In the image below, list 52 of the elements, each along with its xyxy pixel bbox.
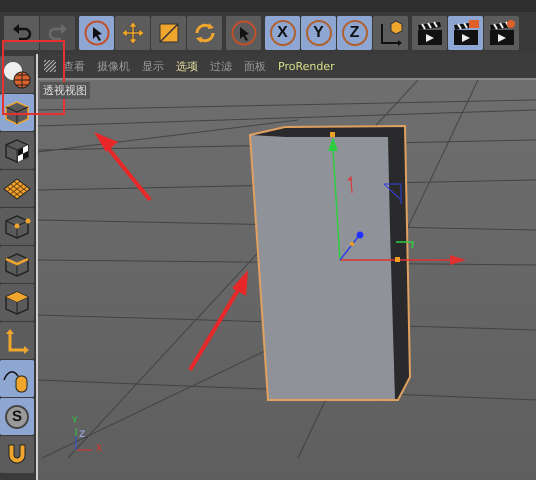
edges-tool-button[interactable]: [0, 246, 34, 283]
scale-icon: [156, 21, 180, 45]
annotation-arrow: [94, 132, 152, 202]
texture-tool-button[interactable]: [0, 132, 34, 169]
viewport-menu-item[interactable]: ProRender: [273, 58, 340, 74]
render-button[interactable]: [412, 16, 447, 50]
x-axis-label: X: [96, 444, 102, 454]
snap-tool-button[interactable]: S: [0, 398, 34, 435]
axis-lock-button[interactable]: Y: [301, 16, 336, 50]
rotate-button[interactable]: [187, 16, 222, 50]
cube-icon: [3, 98, 31, 126]
cube-icon: [3, 288, 31, 316]
move-icon: [120, 20, 146, 46]
coords-button[interactable]: [373, 16, 408, 50]
viewport-menu-item[interactable]: 摄像机: [92, 56, 135, 76]
grid-plane-icon: [2, 176, 32, 200]
mouse-tool-button[interactable]: [0, 360, 34, 397]
globe-tool-button[interactable]: [0, 56, 34, 93]
axis-indicator-icon: [74, 426, 94, 452]
cursor-icon: [84, 20, 110, 46]
cube-icon: [3, 212, 31, 240]
polygons-tool-button[interactable]: [0, 284, 34, 321]
viewport-menu-item[interactable]: 过滤: [205, 56, 237, 76]
cursor-icon: [230, 20, 256, 46]
cube-tool-button[interactable]: [0, 94, 34, 131]
plane-tool-button[interactable]: [0, 170, 34, 207]
scale-button[interactable]: [151, 16, 186, 50]
z-axis-label: Z: [79, 430, 86, 440]
viewport-menu-item[interactable]: 面板: [239, 56, 271, 76]
undo-button[interactable]: [4, 16, 39, 50]
checker-cube-icon: [3, 136, 31, 164]
select-button[interactable]: [79, 16, 114, 50]
hatch-grip-icon: [44, 60, 56, 72]
view-name-label: 透视视图: [40, 82, 90, 99]
points-tool-button[interactable]: [0, 208, 34, 245]
snap-letter: S: [5, 404, 29, 428]
viewport-menu-item[interactable]: 显示: [137, 56, 169, 76]
axis-lock-button[interactable]: Z: [337, 16, 372, 50]
cube-icon: [3, 250, 31, 278]
magnet-tool-button[interactable]: [0, 436, 34, 473]
render-gear-button[interactable]: [484, 16, 519, 50]
axis-letter: Z: [342, 20, 368, 46]
y-axis-label: Y: [72, 416, 78, 426]
select-button[interactable]: [226, 16, 261, 50]
axis-icon: [3, 326, 31, 354]
viewport-menu-item[interactable]: 选项: [171, 56, 203, 76]
move-button[interactable]: [115, 16, 150, 50]
axis-letter: X: [270, 20, 296, 46]
globe-icon: [2, 60, 32, 90]
axis-letter: Y: [306, 20, 332, 46]
render-settings-button[interactable]: [448, 16, 483, 50]
axis-lock-button[interactable]: X: [265, 16, 300, 50]
